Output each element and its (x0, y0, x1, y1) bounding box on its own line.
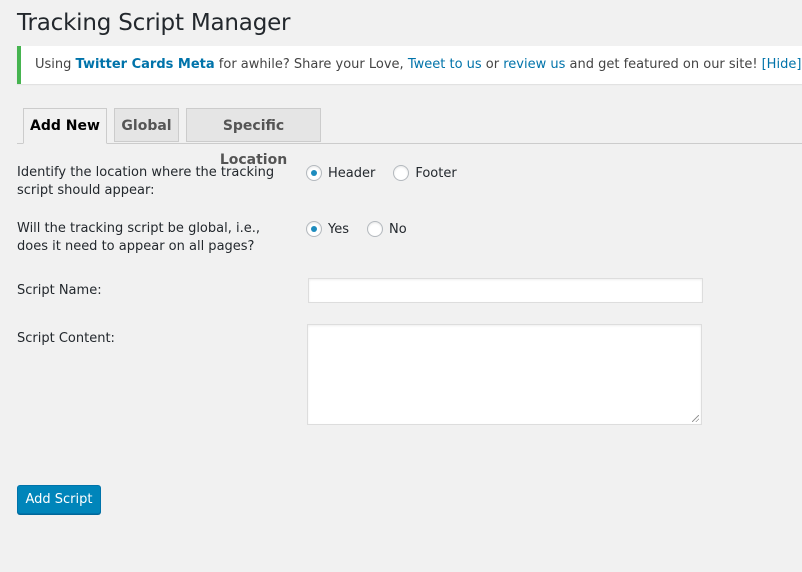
resize-handle-icon[interactable] (692, 415, 699, 422)
global-label: Will the tracking script be global, i.e.… (17, 220, 260, 256)
plugin-link[interactable]: Twitter Cards Meta (76, 57, 215, 72)
location-radio-group: Header Footer (306, 165, 475, 181)
location-label-line: Identify the location where the tracking (17, 165, 275, 180)
no-radio[interactable] (367, 221, 383, 237)
script-name-input[interactable] (308, 278, 703, 303)
yes-radio[interactable] (306, 221, 322, 237)
header-radio[interactable] (306, 165, 322, 181)
location-label-line: script should appear: (17, 183, 155, 198)
script-content-label: Script Content: (17, 331, 115, 346)
promo-notice: Using Twitter Cards Meta for awhile? Sha… (17, 46, 802, 84)
notice-text: for awhile? Share your Love, (214, 57, 408, 72)
add-script-button[interactable]: Add Script (17, 485, 101, 514)
review-link[interactable]: review us (503, 57, 565, 72)
hide-notice-link[interactable]: [Hide] (762, 57, 802, 72)
tab-global[interactable]: Global (114, 108, 179, 142)
tab-divider (17, 143, 802, 144)
notice-text: and get featured on our site! (565, 57, 758, 72)
header-radio-label[interactable]: Header (328, 166, 375, 181)
global-label-line: Will the tracking script be global, i.e.… (17, 221, 260, 236)
tab-add-new[interactable]: Add New (23, 108, 107, 144)
tab-specific-location[interactable]: Specific Location (186, 108, 321, 168)
footer-radio-label[interactable]: Footer (415, 166, 456, 181)
tab-bar: Add New Global Specific Location (17, 107, 802, 168)
script-content-textarea[interactable] (307, 324, 702, 425)
footer-radio[interactable] (393, 165, 410, 181)
script-name-label: Script Name: (17, 283, 102, 298)
yes-radio-label[interactable]: Yes (328, 222, 349, 237)
notice-text: Using (35, 57, 76, 72)
no-radio-label[interactable]: No (389, 222, 407, 237)
global-label-line: does it need to appear on all pages? (17, 239, 255, 254)
global-radio-group: Yes No (306, 221, 425, 237)
tweet-link[interactable]: Tweet to us (408, 57, 482, 72)
location-label: Identify the location where the tracking… (17, 164, 274, 200)
page-title: Tracking Script Manager (17, 10, 291, 36)
notice-text: or (481, 57, 504, 72)
